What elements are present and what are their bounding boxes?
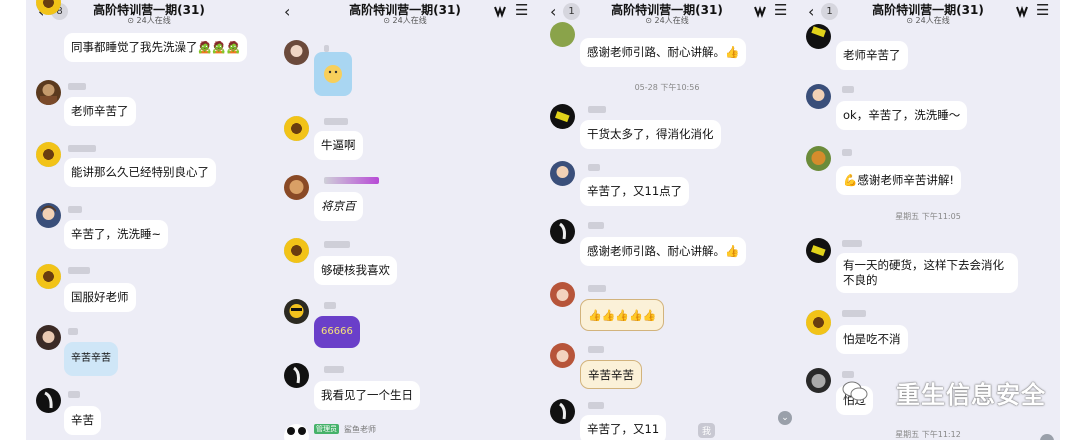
screenshot-collage: ‹ 8 高阶特训营一期(31) ⊙ 24人在线 同事都睡觉了我先洗澡了🧟🧟🧟 老… [0, 0, 1080, 440]
blurred-nickname [842, 86, 854, 93]
sticker-bubble: 辛苦辛苦 [64, 342, 118, 376]
avatar[interactable] [806, 368, 831, 393]
avatar[interactable] [36, 203, 61, 228]
chat-panel-4: ‹ 1 高阶特训营一期(31) ⊙ 24人在线 ☰ 老师辛苦了 ok，辛苦了，洗… [796, 0, 1060, 440]
avatar[interactable] [550, 219, 575, 244]
chat-header: ‹ 1 高阶特训营一期(31) ⊙ 24人在线 ☰ [796, 0, 1060, 26]
message-bubble: 老师辛苦了 [836, 41, 908, 70]
avatar[interactable] [550, 161, 575, 186]
admin-nickname: 鲨鱼老师 [344, 425, 376, 434]
avatar[interactable] [806, 310, 831, 335]
message-bubble: 辛苦了，又11点了 [580, 177, 690, 206]
timestamp: 05-28 下午10:56 [634, 83, 700, 92]
avatar[interactable] [284, 238, 309, 263]
chat-panel-1: ‹ 8 高阶特训营一期(31) ⊙ 24人在线 同事都睡觉了我先洗澡了🧟🧟🧟 老… [26, 0, 272, 440]
message-bubble: 辛苦了，洗洗睡~ [64, 220, 169, 249]
blurred-nickname [588, 106, 606, 113]
blurred-nickname [842, 371, 854, 378]
avatar[interactable] [36, 142, 61, 167]
blurred-nickname [324, 241, 350, 248]
blurred-nickname [324, 177, 379, 184]
menu-icon[interactable]: ☰ [515, 1, 528, 19]
scroll-down-icon[interactable]: ⌄ [778, 411, 792, 425]
message-bubble: 够硬核我喜欢 [314, 256, 397, 285]
message-bubble: 辛苦了，又11 [580, 415, 667, 440]
message-bubble: 能讲那么久已经特别良心了 [64, 158, 216, 187]
avatar[interactable] [550, 22, 575, 47]
avatar[interactable] [284, 175, 309, 200]
group-app-icon[interactable] [752, 3, 768, 19]
sticker-image [314, 52, 352, 96]
message-bubble: 感谢老师引路、耐心讲解。👍 [580, 237, 747, 266]
chat-header: ‹ 高阶特训营一期(31) ⊙ 24人在线 ☰ [272, 0, 538, 26]
blurred-nickname [68, 206, 82, 213]
avatar[interactable] [806, 238, 831, 263]
timestamp: 星期五 下午11:05 [895, 212, 961, 221]
message-bubble: 国服好老师 [64, 283, 136, 312]
avatar[interactable] [806, 24, 831, 49]
online-count: ⊙ 24人在线 [127, 16, 171, 25]
blurred-nickname [324, 45, 329, 52]
blurred-nickname [588, 222, 604, 229]
blurred-nickname [324, 366, 344, 373]
chat-panel-2: ‹ 高阶特训营一期(31) ⊙ 24人在线 ☰ 牛逼啊 将京百 够硬核我喜欢 6… [272, 0, 538, 440]
blurred-nickname [324, 118, 348, 125]
avatar[interactable] [284, 116, 309, 141]
message-bubble: 同事都睡觉了我先洗澡了🧟🧟🧟 [64, 33, 248, 62]
message-bubble: 怕是吃不消 [836, 325, 908, 354]
chat-header: ‹ 1 高阶特训营一期(31) ⊙ 24人在线 ☰ [538, 0, 796, 26]
avatar[interactable] [284, 40, 309, 65]
sticker-bubble: 👍👍👍👍👍 [580, 299, 665, 331]
avatar[interactable] [550, 399, 575, 424]
avatar[interactable] [36, 264, 61, 289]
timestamp: 星期五 下午11:12 [895, 430, 961, 439]
menu-icon[interactable]: ☰ [1036, 1, 1049, 19]
blurred-nickname [588, 164, 600, 171]
blurred-nickname [68, 328, 78, 335]
blurred-nickname [842, 310, 866, 317]
blurred-nickname [588, 402, 604, 409]
blurred-nickname [68, 267, 90, 274]
message-bubble: 干货太多了，得消化消化 [580, 120, 721, 149]
message-bubble: ok，辛苦了，洗洗睡～ [836, 101, 968, 130]
blurred-nickname [588, 346, 604, 353]
message-bubble: 感谢老师引路、耐心讲解。👍 [580, 38, 747, 67]
avatar[interactable] [806, 146, 831, 171]
group-app-icon[interactable] [492, 3, 508, 19]
message-bubble: 有一天的硬货，这样下去会消化不良的 [836, 253, 1018, 293]
group-app-icon[interactable] [1014, 3, 1030, 19]
wechat-logo-icon [842, 381, 868, 401]
avatar[interactable] [806, 84, 831, 109]
blurred-nickname [842, 240, 862, 247]
menu-icon[interactable]: ☰ [774, 1, 787, 19]
chat-header: ‹ 8 高阶特训营一期(31) ⊙ 24人在线 [26, 0, 272, 26]
avatar[interactable] [550, 104, 575, 129]
blurred-nickname [68, 391, 80, 398]
blurred-nickname [324, 302, 336, 309]
avatar[interactable] [36, 325, 61, 350]
avatar[interactable] [550, 282, 575, 307]
chat-panel-3: ‹ 1 高阶特训营一期(31) ⊙ 24人在线 ☰ 感谢老师引路、耐心讲解。👍 … [538, 0, 796, 440]
sticker-bubble: 66666 [314, 316, 360, 348]
sticker-bubble: 辛苦辛苦 [580, 360, 642, 389]
avatar[interactable] [550, 343, 575, 368]
watermark: 重生信息安全 [896, 381, 1046, 409]
avatar[interactable] [284, 424, 309, 440]
message-bubble: 将京百 [314, 192, 363, 221]
blurred-nickname [68, 145, 96, 152]
message-bubble: 牛逼啊 [314, 131, 363, 160]
blurred-nickname [842, 149, 852, 156]
admin-tag: 管理员 [314, 424, 339, 434]
message-bubble: 辛苦 [64, 406, 101, 435]
blurred-nickname [588, 285, 606, 292]
message-bubble: 老师辛苦了 [64, 97, 136, 126]
message-bubble: 我看见了一个生日 [314, 381, 420, 410]
partial-bubble: 我 [698, 423, 716, 438]
avatar[interactable] [284, 363, 309, 388]
blurred-nickname [68, 83, 86, 90]
avatar[interactable] [36, 80, 61, 105]
avatar[interactable] [36, 388, 61, 413]
avatar[interactable] [284, 299, 309, 324]
message-bubble: 💪感谢老师辛苦讲解! [836, 166, 961, 195]
